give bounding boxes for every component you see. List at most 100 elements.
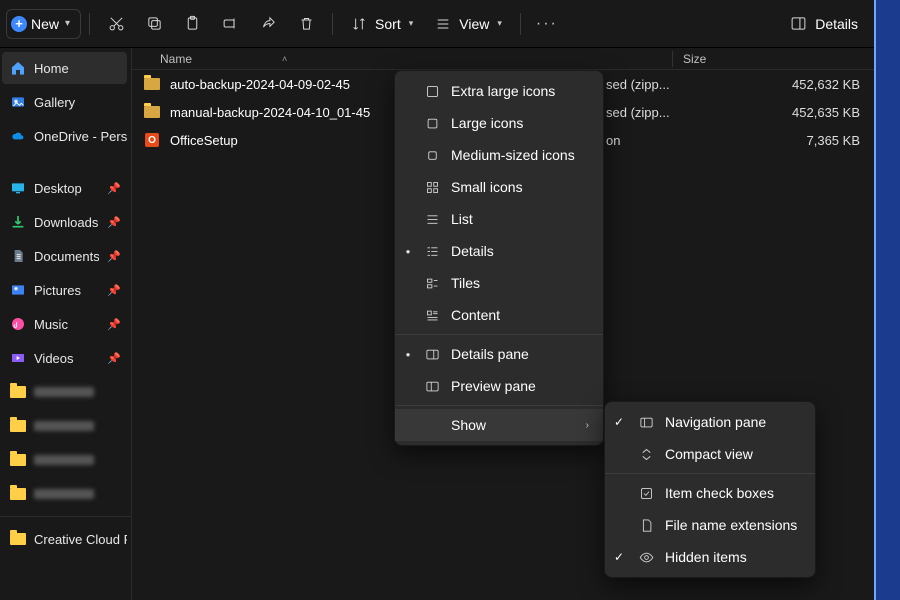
menu-item-preview-pane[interactable]: Preview pane [395,370,603,402]
chevron-down-icon: ▾ [497,18,502,29]
eye-icon [637,550,655,565]
details-toggle-button[interactable]: Details [780,6,868,42]
chevron-down-icon: ▾ [409,18,414,29]
redacted-label [34,455,94,465]
file-size: 452,632 KB [686,77,874,92]
toolbar: + New ▾ Sort ▾ View ▾ ··· Details [0,0,874,48]
sidebar-item-downloads[interactable]: Downloads 📌 [2,206,127,238]
menu-item-show[interactable]: Show› [395,409,603,441]
menu-item-label: Extra large icons [451,83,555,99]
file-size: 452,635 KB [686,105,874,120]
extra-large-icons-icon [423,84,441,99]
column-header-size[interactable]: Size [683,52,706,66]
sidebar-item-documents[interactable]: Documents 📌 [2,240,127,272]
navigation-sidebar: Home Gallery OneDrive - Pers Desktop 📌 D… [0,48,132,600]
file-area: Name ˄ Size auto-backup-2024-04-09-02-45… [132,48,874,600]
redacted-label [34,421,94,431]
navigation-pane-icon [637,415,655,430]
delete-button[interactable] [288,6,324,42]
menu-item-label: Details pane [451,346,529,362]
cut-button[interactable] [98,6,134,42]
checkbox-icon [637,486,655,501]
share-button[interactable] [250,6,286,42]
file-type: sed (zipp... [606,105,676,120]
menu-item-navigation-pane[interactable]: ✓ Navigation pane [605,406,815,438]
details-label: Details [815,16,858,32]
bullet-icon: ● [403,247,413,256]
preview-pane-icon [423,379,441,394]
menu-item-label: Tiles [451,275,480,291]
menu-item-list[interactable]: List [395,203,603,235]
pictures-icon [10,282,26,298]
sort-icon [351,16,367,32]
menu-item-tiles[interactable]: Tiles [395,267,603,299]
menu-item-label: Medium-sized icons [451,147,575,163]
view-label: View [459,16,489,32]
rename-button[interactable] [212,6,248,42]
sidebar-item-label: Creative Cloud F [34,532,127,547]
sidebar-item-gallery[interactable]: Gallery [2,86,127,118]
menu-divider [605,473,815,474]
folder-icon [10,418,26,434]
menu-item-label: Content [451,307,500,323]
check-icon: ✓ [611,550,627,564]
menu-item-details-pane[interactable]: ●Details pane [395,338,603,370]
sidebar-item-label: Home [34,61,69,76]
sidebar-item-label: OneDrive - Pers [34,129,127,144]
menu-item-check-boxes[interactable]: Item check boxes [605,477,815,509]
music-icon [10,316,26,332]
menu-item-details[interactable]: ●Details [395,235,603,267]
menu-item-label: Show [451,417,486,433]
folder-icon [144,76,160,92]
copy-button[interactable] [136,6,172,42]
sidebar-item-music[interactable]: Music 📌 [2,308,127,340]
sidebar-item-folder[interactable] [2,410,127,442]
file-type: sed (zipp... [606,77,676,92]
folder-icon [10,531,26,547]
sidebar-item-folder[interactable] [2,478,127,510]
sidebar-item-creative-cloud[interactable]: Creative Cloud F [2,523,127,555]
menu-item-label: Item check boxes [665,485,774,501]
sidebar-item-folder[interactable] [2,376,127,408]
sidebar-item-home[interactable]: Home [2,52,127,84]
large-icons-icon [423,116,441,131]
file-icon [637,518,655,533]
sidebar-item-label: Pictures [34,283,81,298]
details-pane-icon [790,15,807,32]
new-button[interactable]: + New ▾ [6,9,81,39]
sidebar-item-pictures[interactable]: Pictures 📌 [2,274,127,306]
toolbar-divider [520,13,521,35]
check-icon: ✓ [611,415,627,429]
gallery-icon [10,94,26,110]
file-size: 7,365 KB [686,133,874,148]
more-button[interactable]: ··· [529,6,565,42]
sidebar-item-desktop[interactable]: Desktop 📌 [2,172,127,204]
menu-item-compact-view[interactable]: Compact view [605,438,815,470]
sort-button[interactable]: Sort ▾ [341,6,423,42]
tiles-icon [423,276,441,291]
menu-divider [395,405,603,406]
pin-icon: 📌 [107,216,121,229]
menu-item-label: Navigation pane [665,414,766,430]
pin-icon: 📌 [107,352,121,365]
sidebar-item-onedrive[interactable]: OneDrive - Pers [2,120,127,152]
menu-divider [395,334,603,335]
paste-button[interactable] [174,6,210,42]
menu-item-extensions[interactable]: File name extensions [605,509,815,541]
menu-item-small-icons[interactable]: Small icons [395,171,603,203]
menu-item-label: Small icons [451,179,523,195]
menu-item-label: Large icons [451,115,523,131]
menu-item-large-icons[interactable]: Large icons [395,107,603,139]
menu-item-hidden-items[interactable]: ✓Hidden items [605,541,815,573]
sidebar-item-folder[interactable] [2,444,127,476]
sidebar-item-videos[interactable]: Videos 📌 [2,342,127,374]
menu-item-content[interactable]: Content [395,299,603,331]
column-header-name[interactable]: Name [132,52,192,66]
view-button[interactable]: View ▾ [425,6,512,42]
menu-item-extra-large-icons[interactable]: Extra large icons [395,75,603,107]
view-menu: Extra large icons Large icons Medium-siz… [394,70,604,446]
menu-item-medium-icons[interactable]: Medium-sized icons [395,139,603,171]
folder-icon [144,104,160,120]
folder-icon [10,384,26,400]
sort-indicator-icon: ˄ [282,54,287,64]
